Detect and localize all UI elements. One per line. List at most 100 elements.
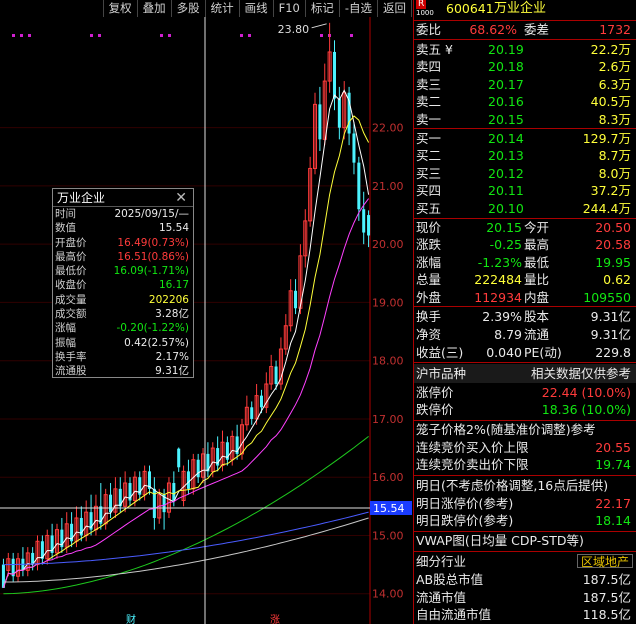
market-cap-label: 流通市值 — [416, 589, 467, 605]
toolbar-button[interactable]: 返回 — [377, 0, 412, 17]
order-level-price: 20.11 — [488, 183, 524, 199]
marker-dot — [12, 34, 15, 37]
popup-row-label: 流通股 — [55, 365, 87, 378]
quote-label: 最低 — [524, 254, 550, 270]
price-tick-label: 16.00 — [372, 471, 404, 484]
market-cap-row: 流通市值 187.5亿 — [414, 589, 636, 606]
limit-down-label: 跌停价 — [416, 402, 454, 417]
order-level-row: 买一 20.14 129.7万 — [414, 130, 636, 147]
popup-row-value: 16.09(-1.71%) — [113, 265, 189, 278]
price-tick-label: 17.00 — [372, 413, 404, 426]
quote-value: 112934 — [474, 289, 522, 305]
candle-body — [186, 471, 190, 489]
order-level-label: 卖一 — [416, 111, 442, 127]
order-level-volume: 8.7万 — [598, 148, 631, 164]
popup-row-value: 2025/09/15/— — [114, 208, 189, 220]
popup-row-label: 换手率 — [55, 350, 87, 363]
ohlc-info-popup: 万业企业 ✕ 时间 2025/09/15/— 数值 15.54 开盘价 16.49(0.7… — [52, 188, 194, 378]
popup-row: 收盘价 16.17 — [53, 278, 193, 292]
popup-row-value: 202206 — [148, 293, 189, 306]
cage-sell-value: 19.74 — [595, 457, 631, 472]
marker-dot — [90, 34, 93, 37]
market-section-bar: 沪市品种 相关数据仅供参考 — [414, 364, 636, 383]
quote-value: -0.25 — [489, 237, 522, 253]
tomorrow-up-row: 明日涨停价(参考) 22.17 — [414, 495, 636, 512]
industry-tag[interactable]: 区域地产 — [576, 554, 633, 569]
toolbar-button[interactable]: 复权 — [102, 0, 137, 17]
weibi-value: 68.62% — [469, 22, 517, 37]
market-cap-label: 自由流通市值 — [416, 607, 492, 622]
quote-row: 现价 20.15 今开 20.50 — [414, 219, 636, 236]
cage-buy-row: 连续竞价买入价上限 20.55 — [414, 439, 636, 456]
quote-value: 8.79 — [494, 326, 522, 342]
candle-body — [259, 395, 263, 408]
order-level-row: 卖五 ¥ 20.19 22.2万 — [414, 41, 636, 58]
candle-body — [177, 448, 181, 468]
popup-row: 最高价 16.51(0.86%) — [53, 250, 193, 264]
candle-body — [274, 366, 278, 384]
order-level-label: 买四 — [416, 183, 442, 199]
quote-label: 换手 — [416, 309, 442, 324]
popup-row-label: 成交额 — [55, 308, 87, 321]
quote-row: 净资 8.79 流通 9.31亿 — [414, 326, 636, 343]
order-level-label: 卖四 — [416, 59, 442, 75]
quote-value: 9.31亿 — [590, 309, 631, 324]
quote-value: 0.040 — [486, 344, 522, 360]
marker-dot — [160, 34, 163, 37]
market-note: 相关数据仅供参考 — [530, 366, 631, 381]
popup-row-value: 9.31亿 — [155, 365, 189, 378]
toolbar-button[interactable]: 标记 — [304, 0, 339, 17]
price-tick-label: 19.00 — [372, 296, 404, 309]
quote-value: 2.39% — [482, 309, 522, 324]
toolbar-button[interactable]: 多股 — [170, 0, 205, 17]
vwap-title[interactable]: VWAP图(日均量 CDP-STD等) — [416, 532, 584, 549]
order-level-price: 20.14 — [488, 131, 524, 146]
marker-dot — [320, 34, 323, 37]
marker-dot — [350, 34, 353, 37]
chart-toolbar: 复权 叠加 多股 统计 画线 F10 标记 -自选 返回 — [0, 0, 412, 17]
kline-chart-area[interactable]: 22.00 21.00 20.00 19.00 18.00 17.00 16.00 15.00… — [0, 17, 412, 624]
limit-up-value: 22.44 (10.0%) — [541, 385, 631, 400]
market-cap-row: 自由流通市值 118.5亿 — [414, 606, 636, 623]
cage-title-row: 笼子价格2%(随基准价调整)参考 — [414, 421, 636, 438]
popup-rows: 时间 2025/09/15/— 数值 15.54 开盘价 16.49(0.73%) 最高价 1… — [53, 207, 193, 379]
quote-label: 总量 — [416, 272, 442, 288]
popup-row-label: 成交量 — [55, 293, 87, 306]
order-level-row: 卖一 20.15 8.3万 — [414, 111, 636, 128]
popup-row-value: -0.20(-1.22%) — [116, 322, 189, 335]
cage-sell-row: 连续竞价卖出价下限 19.74 — [414, 456, 636, 473]
divider — [414, 362, 636, 363]
toolbar-button[interactable]: 叠加 — [136, 0, 171, 17]
close-icon[interactable]: ✕ — [175, 190, 187, 206]
price-tick-label: 21.00 — [372, 180, 404, 193]
order-level-volume: 6.3万 — [598, 76, 631, 92]
toolbar-button[interactable]: F10 — [272, 0, 305, 17]
badge-sub: 1000 — [416, 9, 434, 17]
weicha-value: 1732 — [599, 22, 631, 37]
popup-row: 时间 2025/09/15/— — [53, 207, 193, 221]
order-level-volume: 40.5万 — [590, 94, 631, 110]
order-level-volume: 8.0万 — [598, 165, 631, 181]
order-level-label: 买五 — [416, 200, 442, 216]
popup-title: 万业企业 — [57, 191, 106, 205]
limit-up-label: 涨停价 — [416, 385, 454, 400]
vwap-row[interactable]: VWAP图(日均量 CDP-STD等) — [414, 532, 636, 549]
popup-row-label: 数值 — [55, 222, 76, 235]
popup-row: 成交量 202206 — [53, 293, 193, 307]
popup-row-label: 收盘价 — [55, 279, 87, 292]
r-badge: R — [416, 0, 427, 9]
weibi-row: 委比 68.62% 委差 1732 — [414, 21, 636, 38]
order-level-price: 20.18 — [488, 59, 524, 75]
quote-label: 内盘 — [524, 289, 550, 305]
toolbar-button[interactable]: 画线 — [238, 0, 273, 17]
stock-header: R 1000 600641 万业企业 — [414, 0, 636, 18]
bottom-event-marker: 涨 — [270, 614, 280, 624]
popup-row-label: 涨幅 — [55, 322, 76, 335]
order-level-row: 卖二 20.16 40.5万 — [414, 93, 636, 110]
quote-panel: R 1000 600641 万业企业 委比 68.62% 委差 1732 卖五 … — [413, 0, 636, 624]
toolbar-button[interactable]: 统计 — [204, 0, 239, 17]
limit-up-row: 涨停价 22.44 (10.0%) — [414, 384, 636, 401]
stock-code: 600641 — [446, 1, 494, 16]
toolbar-button[interactable]: -自选 — [338, 0, 377, 17]
bottom-event-marker: 财 — [126, 613, 136, 624]
